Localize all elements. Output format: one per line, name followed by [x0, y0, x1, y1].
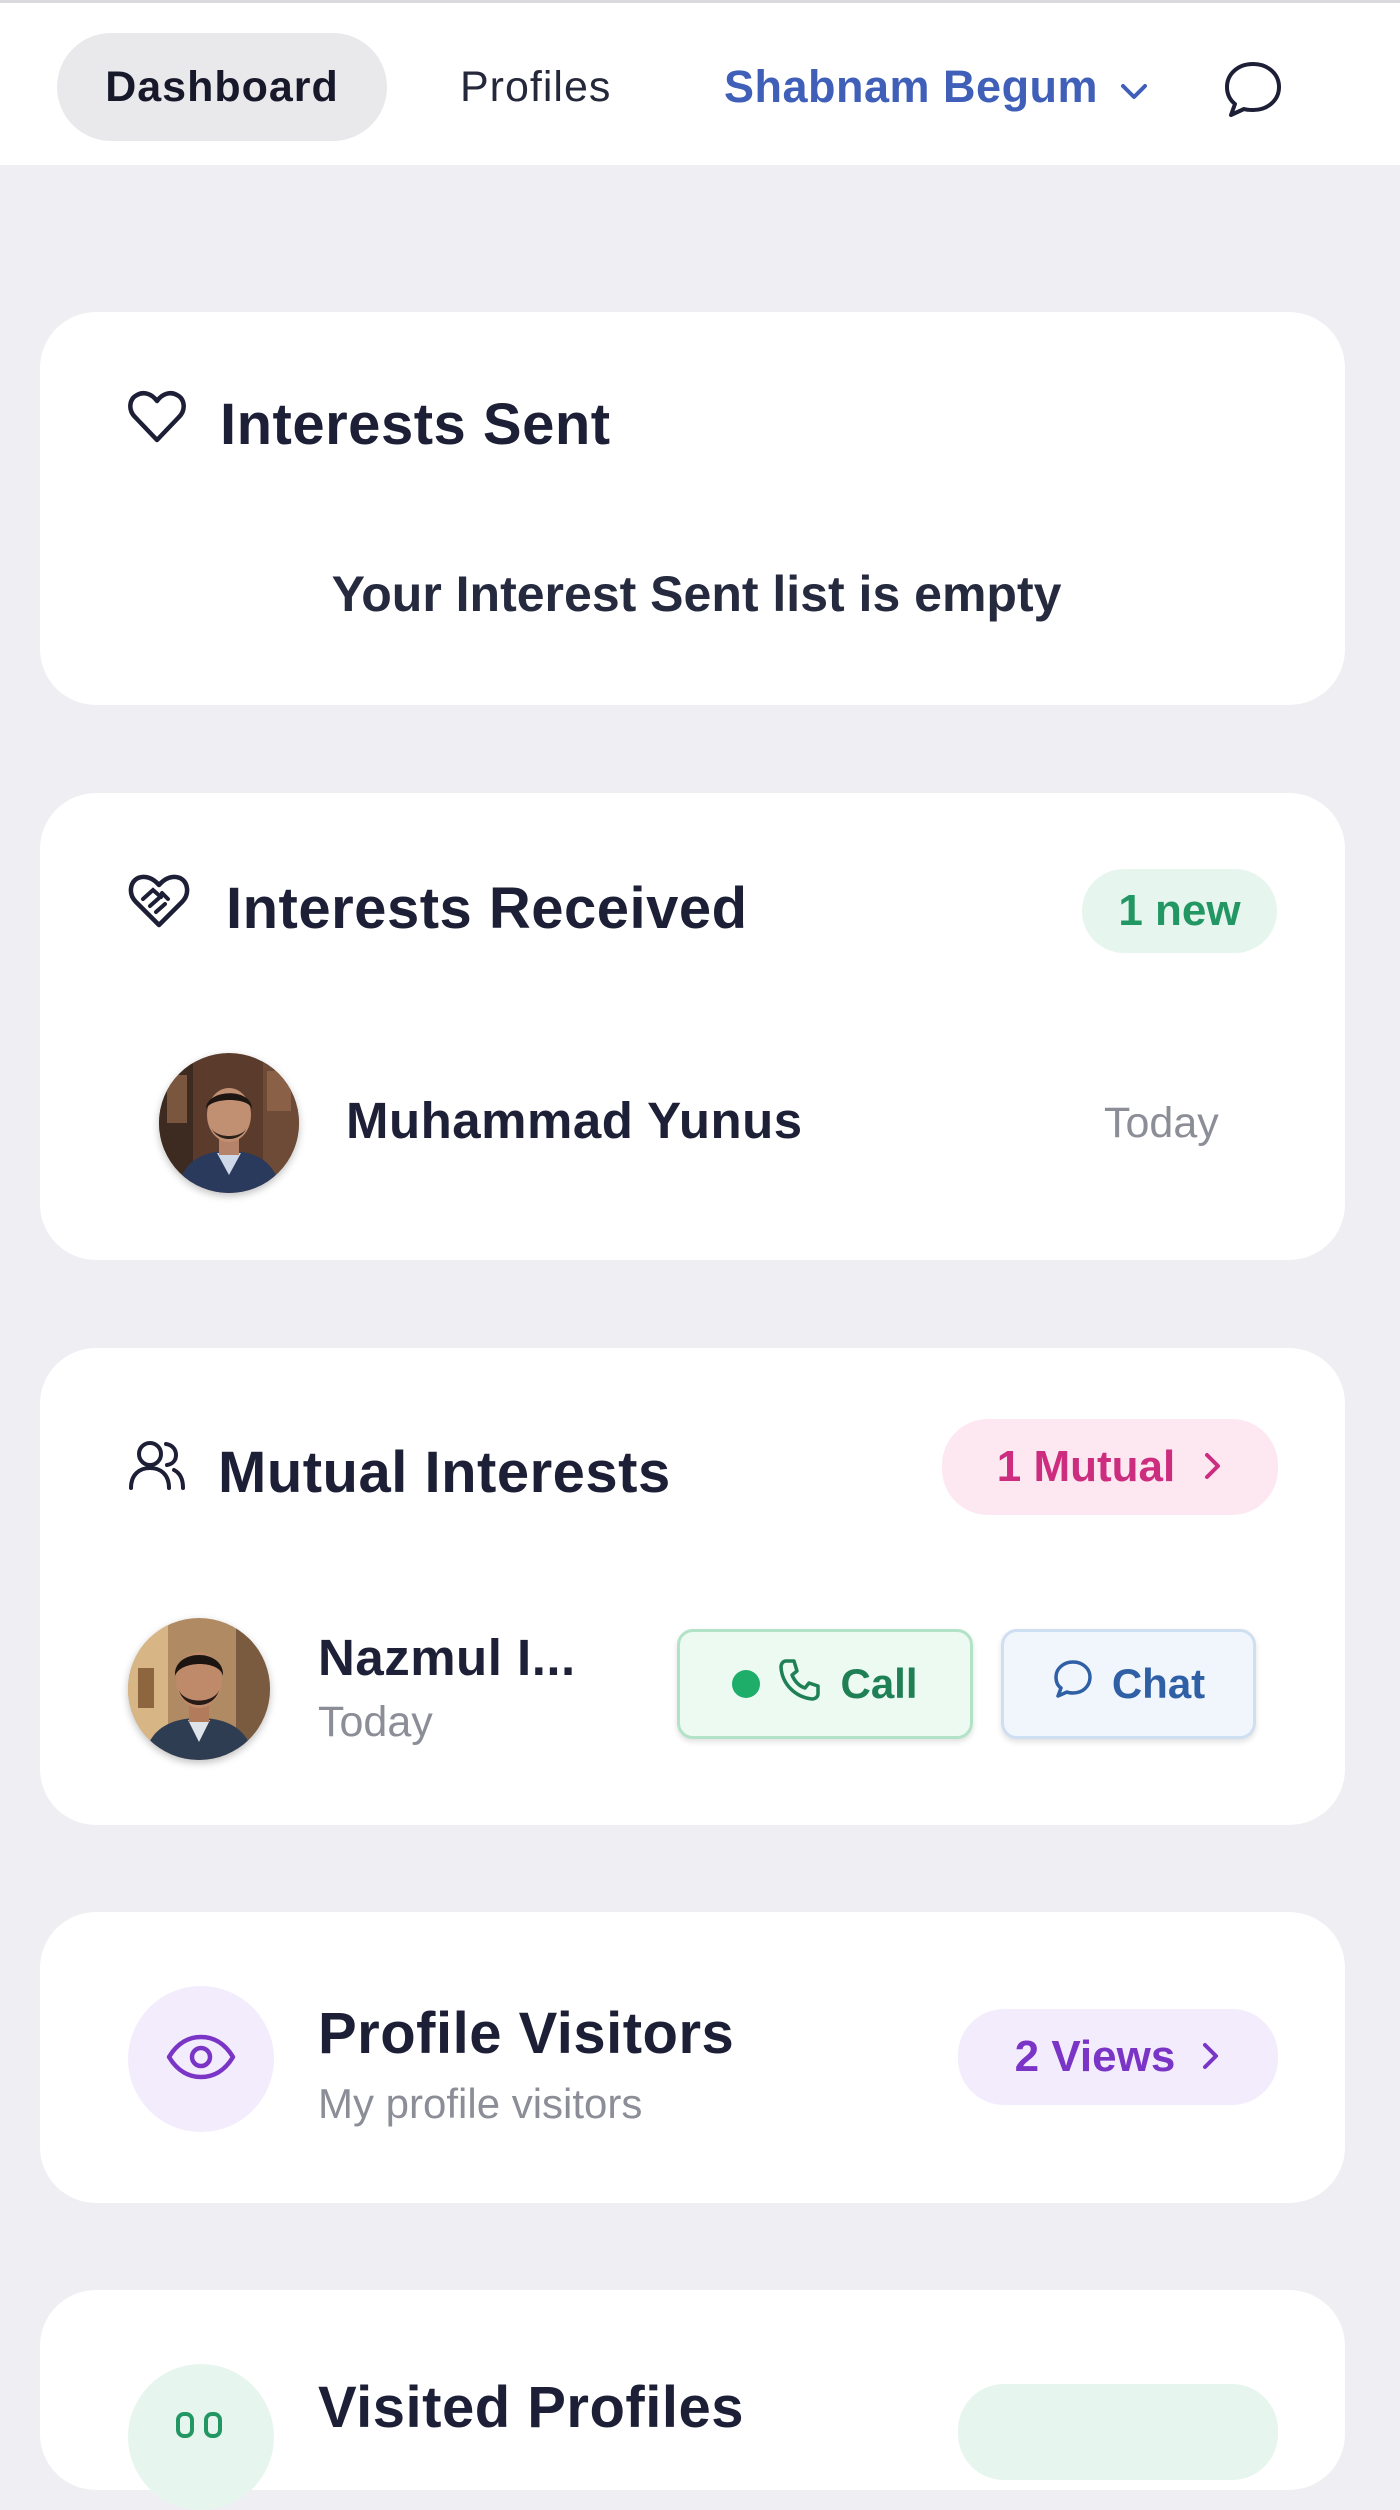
chevron-right-icon [1203, 1442, 1223, 1492]
nav-tab-profiles[interactable]: Profiles [460, 33, 611, 141]
interests-received-title: Interests Received [226, 875, 748, 941]
chat-label: Chat [1111, 1660, 1206, 1707]
mutual-count-label: 1 Mutual [996, 1442, 1176, 1491]
list-item[interactable]: Muhammad Yunus Today [40, 1053, 1345, 1203]
mutual-name: Nazmul I... [318, 1629, 576, 1686]
chevron-right-icon [1201, 2032, 1221, 2082]
list-item[interactable]: Nazmul I... Today Call Chat [40, 1618, 1345, 1768]
footprints-icon [174, 2408, 230, 2443]
avatar [159, 1053, 299, 1193]
phone-icon [778, 1657, 822, 1711]
interests-sent-title: Interests Sent [220, 391, 611, 457]
visited-icon-circle [128, 2364, 274, 2510]
mutual-time: Today [318, 1698, 433, 1746]
chevron-down-icon [1120, 61, 1148, 113]
interests-sent-header: Interests Sent [128, 390, 611, 458]
profile-visitors-title: Profile Visitors [318, 2001, 735, 2066]
interests-sent-card: Interests Sent Your Interest Sent list i… [40, 312, 1345, 705]
mutual-interests-header: Mutual Interests [128, 1438, 671, 1506]
visited-badge[interactable] [958, 2384, 1278, 2480]
views-count-label: 2 Views [1014, 2032, 1176, 2081]
heart-icon [128, 390, 186, 458]
profile-visitors-subtitle: My profile visitors [318, 2080, 643, 2127]
call-button[interactable]: Call [677, 1629, 973, 1739]
call-label: Call [840, 1660, 918, 1707]
new-count-badge: 1 new [1082, 869, 1277, 953]
mutual-interests-card: Mutual Interests 1 Mutual Nazmul I... To… [40, 1348, 1345, 1825]
visited-profiles-card[interactable]: Visited Profiles [40, 2290, 1345, 2510]
nav-tab-dashboard[interactable]: Dashboard [57, 33, 387, 141]
online-status-dot [732, 1670, 761, 1698]
mutual-interests-title: Mutual Interests [218, 1439, 671, 1505]
eye-icon-circle [128, 1986, 274, 2132]
user-name: Shabnam Begum [724, 61, 1099, 112]
mutual-count-badge[interactable]: 1 Mutual [942, 1419, 1278, 1515]
chat-bubble-icon[interactable] [1222, 58, 1284, 120]
eye-icon [166, 2034, 236, 2085]
interests-sent-empty-text: Your Interest Sent list is empty [331, 566, 1062, 622]
interests-received-card: Interests Received 1 new Muhammad Yunus … [40, 793, 1345, 1260]
interests-received-header: Interests Received [128, 873, 748, 943]
sender-name: Muhammad Yunus [346, 1092, 803, 1149]
user-menu[interactable]: Shabnam Begum [724, 33, 1148, 141]
chat-button[interactable]: Chat [1001, 1629, 1256, 1739]
avatar [128, 1618, 270, 1760]
chat-bubble-icon [1052, 1658, 1094, 1710]
handshake-heart-icon [128, 873, 190, 943]
profile-visitors-card[interactable]: Profile Visitors My profile visitors 2 V… [40, 1912, 1345, 2203]
top-navigation: Dashboard Profiles Shabnam Begum [0, 0, 1400, 165]
views-count-badge[interactable]: 2 Views [958, 2009, 1278, 2105]
received-time: Today [1104, 1099, 1219, 1147]
visited-profiles-title: Visited Profiles [318, 2375, 744, 2440]
users-icon [128, 1438, 186, 1506]
